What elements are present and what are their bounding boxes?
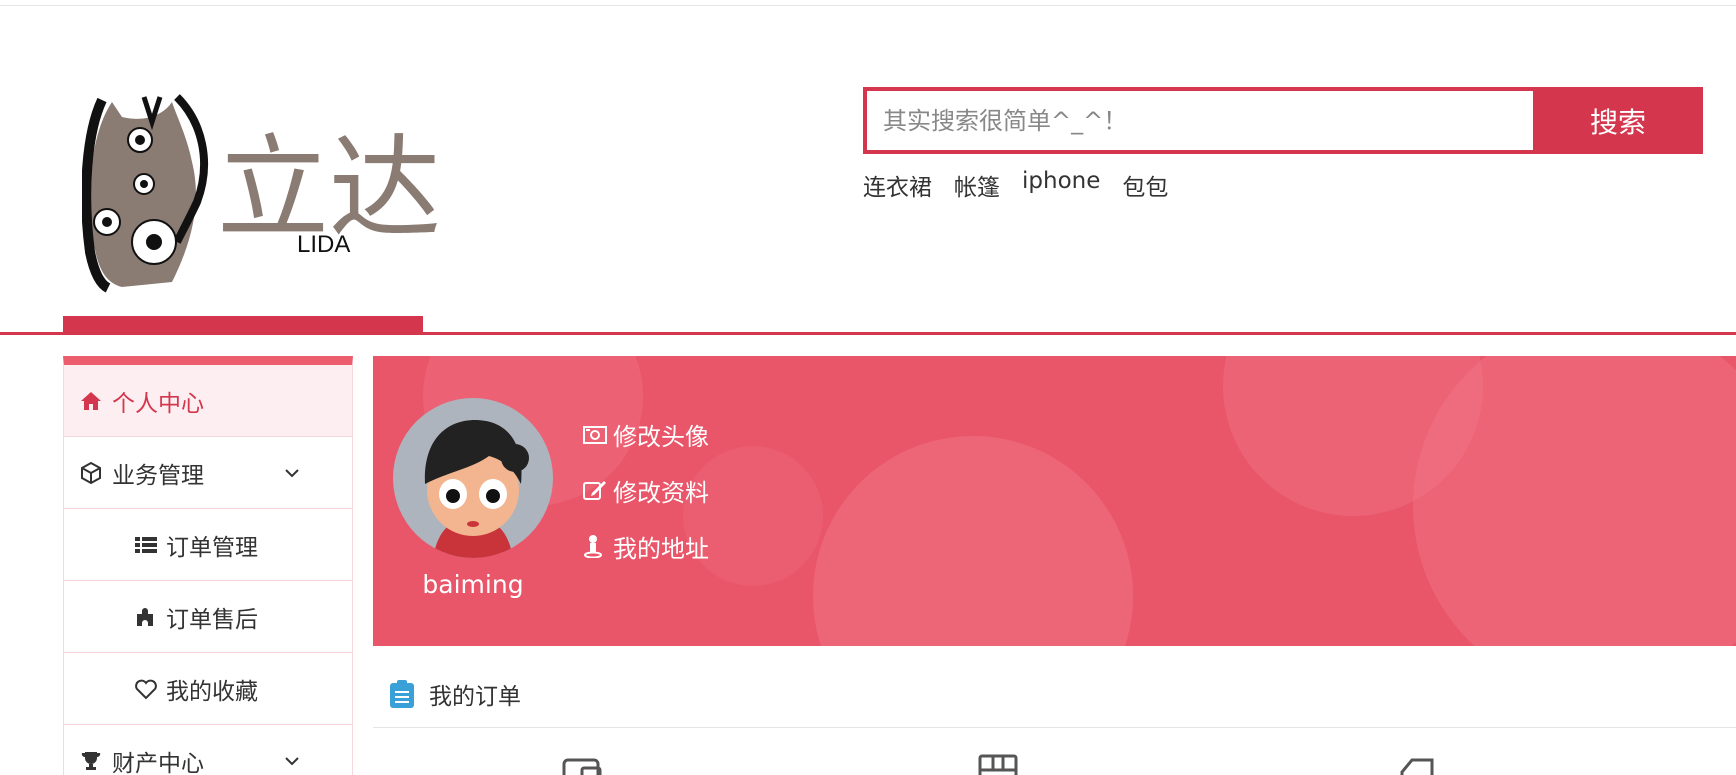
cube-icon — [80, 461, 110, 484]
sidebar-item-favorites[interactable]: 我的收藏 — [64, 653, 352, 725]
edit-profile-link[interactable]: 修改资料 — [583, 462, 709, 518]
sidebar-item-order-management[interactable]: 订单管理 — [64, 509, 352, 581]
site-header: 立达 LIDA 搜索 连衣裙 帐篷 iphone 包包 — [0, 0, 1736, 335]
edit-profile-label: 修改资料 — [613, 478, 709, 507]
change-avatar-link[interactable]: 修改头像 — [583, 406, 709, 462]
profile-banner: baiming 修改头像 修改资料 我的地址 — [373, 356, 1736, 646]
home-icon — [80, 391, 110, 411]
clipboard-icon — [389, 679, 429, 709]
box-icon[interactable] — [976, 752, 1022, 775]
sidebar-item-label: 我的收藏 — [166, 678, 258, 705]
avatar[interactable] — [393, 398, 553, 558]
sidebar-item-after-sales[interactable]: 订单售后 — [64, 581, 352, 653]
truck-icon[interactable] — [1396, 752, 1442, 775]
trophy-icon — [80, 750, 110, 772]
search-bar: 搜索 — [863, 87, 1703, 154]
hot-word-link[interactable]: 连衣裙 — [863, 168, 932, 202]
change-avatar-label: 修改头像 — [613, 422, 709, 451]
sidebar-item-label: 订单管理 — [166, 534, 258, 561]
my-address-label: 我的地址 — [613, 534, 709, 563]
sidebar-item-label: 订单售后 — [166, 606, 258, 633]
camera-icon — [583, 424, 613, 444]
site-logo[interactable]: 立达 LIDA — [81, 92, 512, 302]
chevron-down-icon — [285, 757, 299, 766]
hot-word-link[interactable]: 包包 — [1122, 168, 1168, 202]
puzzle-icon — [134, 606, 164, 628]
hot-word-link[interactable]: 帐篷 — [954, 168, 1000, 202]
my-orders-title: 我的订单 — [429, 683, 521, 710]
logo-subtext: LIDA — [297, 231, 350, 258]
sidebar-nav: 个人中心 业务管理 订单管理 订单售后 我的收藏 财产中心 — [63, 356, 353, 775]
my-address-link[interactable]: 我的地址 — [583, 518, 709, 574]
profile-actions: 修改头像 修改资料 我的地址 — [583, 406, 709, 574]
wallet-icon[interactable] — [560, 752, 606, 775]
sidebar-item-assets[interactable]: 财产中心 — [64, 725, 352, 775]
chevron-down-icon — [285, 469, 299, 478]
heart-icon — [134, 678, 164, 700]
sidebar-item-label: 个人中心 — [112, 390, 204, 417]
sidebar-item-personal-center[interactable]: 个人中心 — [64, 365, 352, 437]
edit-icon — [583, 479, 613, 501]
list-icon — [134, 535, 164, 555]
username: baiming — [422, 570, 524, 599]
my-orders-header: 我的订单 — [373, 660, 1736, 728]
sidebar-item-label: 业务管理 — [112, 462, 204, 489]
search-button[interactable]: 搜索 — [1533, 87, 1703, 154]
sidebar-item-business[interactable]: 业务管理 — [64, 437, 352, 509]
sidebar-item-label: 财产中心 — [112, 750, 204, 775]
header-divider — [0, 332, 1736, 335]
banner-background-pattern — [423, 356, 1736, 646]
hot-search-words: 连衣裙 帐篷 iphone 包包 — [863, 168, 1168, 202]
hot-word-link[interactable]: iphone — [1022, 168, 1100, 202]
location-pin-icon — [583, 534, 613, 558]
search-input[interactable] — [863, 87, 1535, 154]
